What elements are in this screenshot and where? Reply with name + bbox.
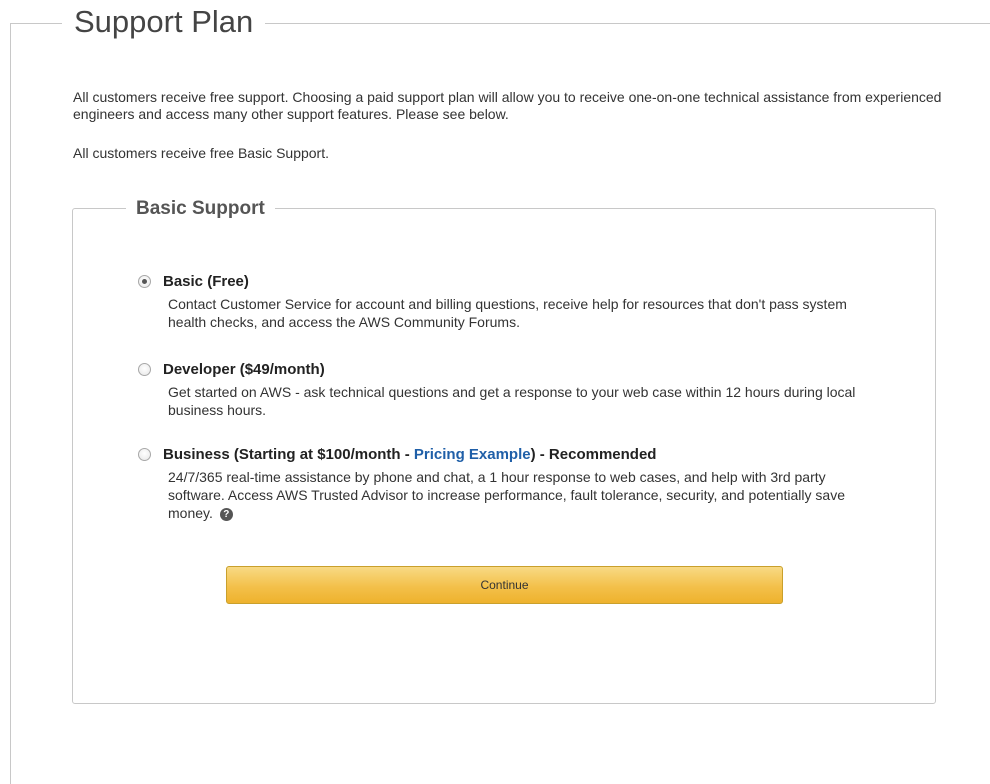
page-title: Support Plan: [62, 2, 266, 42]
radio-business[interactable]: [138, 448, 151, 461]
help-icon[interactable]: ?: [219, 507, 233, 521]
plan-label-business-prefix: Business (Starting at $100/month -: [163, 446, 414, 463]
section-title: Basic Support: [126, 197, 275, 221]
plan-option-business[interactable]: Business (Starting at $100/month - Prici…: [138, 446, 878, 536]
plan-label-developer[interactable]: Developer ($49/month): [163, 361, 325, 379]
plan-description-business-text: 24/7/365 real-time assistance by phone a…: [168, 469, 845, 521]
plan-option-basic[interactable]: Basic (Free) Contact Customer Service fo…: [138, 273, 878, 343]
continue-button[interactable]: Continue: [226, 566, 783, 604]
pricing-example-link[interactable]: Pricing Example: [414, 446, 531, 463]
plan-label-business[interactable]: Business (Starting at $100/month - Prici…: [163, 446, 656, 464]
plan-option-developer[interactable]: Developer ($49/month) Get started on AWS…: [138, 361, 878, 421]
plan-description-basic: Contact Customer Service for account and…: [168, 296, 847, 330]
radio-basic[interactable]: [138, 275, 151, 288]
plan-label-business-suffix: ) - Recommended: [530, 446, 657, 463]
plan-label-basic[interactable]: Basic (Free): [163, 273, 249, 291]
radio-developer[interactable]: [138, 363, 151, 376]
intro-free-text: All customers receive free Basic Support…: [73, 145, 329, 161]
intro-text: All customers receive free support. Choo…: [73, 89, 942, 122]
plan-description-developer: Get started on AWS - ask technical quest…: [168, 384, 856, 418]
plan-description-business: 24/7/365 real-time assistance by phone a…: [168, 468, 878, 522]
